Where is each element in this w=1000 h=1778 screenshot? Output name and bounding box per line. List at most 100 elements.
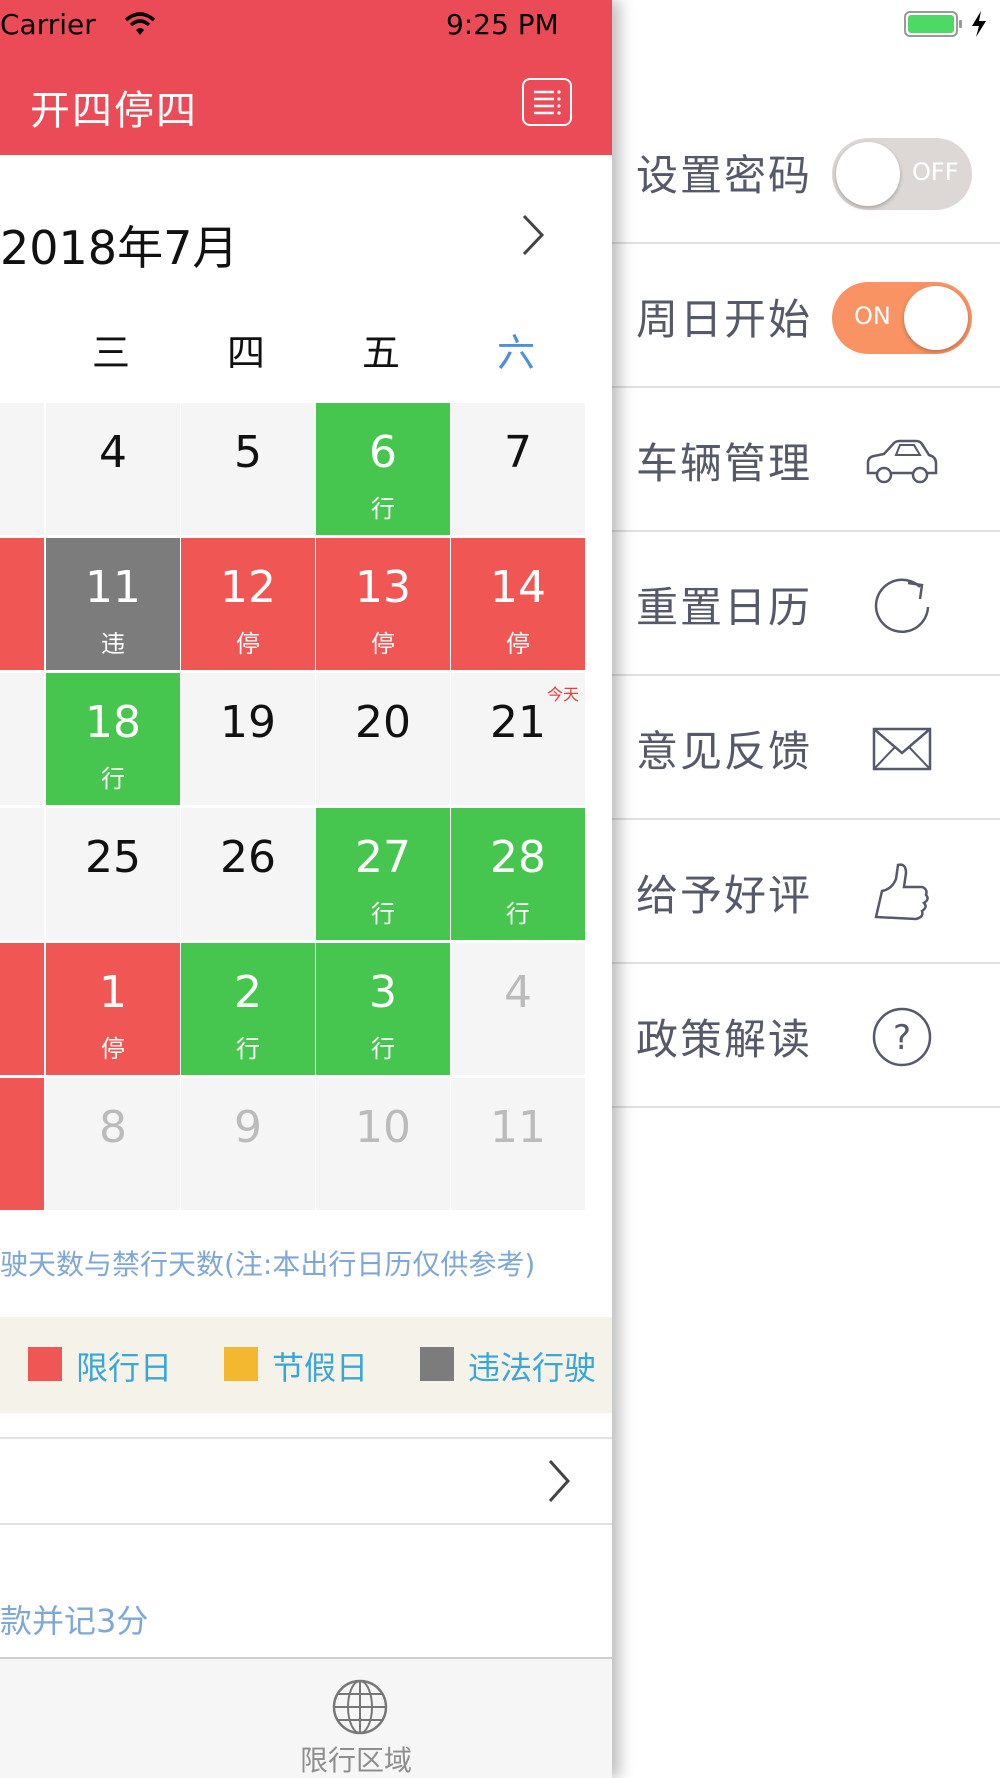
calendar-day-cell[interactable]: 28 行 (451, 808, 585, 940)
day-status-tag: 行 (371, 1035, 395, 1063)
calendar-day-cell[interactable]: 21 今天 (451, 673, 585, 805)
menu-item-policy[interactable]: 政策解读 ? (612, 962, 1000, 1108)
legend-swatch-restricted (28, 1347, 62, 1381)
calendar-day-cell[interactable]: 11 (451, 1078, 585, 1210)
next-month-button[interactable] (512, 210, 552, 260)
thumbs-up-icon (862, 853, 942, 933)
day-number: 4 (99, 427, 127, 478)
day-number: 28 (490, 832, 546, 883)
charging-bolt-icon (970, 10, 988, 38)
menu-item-sunday-start: 周日开始 ON (612, 242, 1000, 388)
day-number: 8 (99, 1102, 127, 1153)
day-number: 1 (99, 967, 127, 1018)
legend-label-violation: 违法行驶 (468, 1349, 597, 1387)
legend-label-restricted: 限行日 (76, 1349, 173, 1387)
day-number: 19 (220, 697, 276, 748)
battery-icon (904, 10, 964, 38)
refresh-icon (862, 565, 942, 645)
toggle-knob (836, 142, 900, 206)
legend-swatch-violation (420, 1347, 454, 1381)
calendar-day-cell[interactable] (0, 538, 44, 670)
legend-label-holiday: 节假日 (272, 1349, 369, 1387)
legend-swatch-holiday (224, 1347, 258, 1381)
menu-item-label: 给予好评 (636, 871, 813, 920)
calendar-day-cell[interactable]: 18 行 (46, 673, 180, 805)
calendar-day-cell[interactable]: 6行 (316, 403, 450, 535)
calendar-day-cell[interactable]: 5 (181, 403, 315, 535)
carrier-label: Carrier (0, 8, 96, 41)
globe-icon (330, 1677, 390, 1737)
calendar-day-cell[interactable]: 13 停 (316, 538, 450, 670)
question-circle-icon: ? (862, 997, 942, 1077)
day-number: 27 (355, 832, 411, 883)
day-number: 2 (234, 967, 262, 1018)
day-number: 20 (355, 697, 411, 748)
note-text: 驶天数与禁行天数(注:本出行日历仅供参考) (0, 1248, 536, 1281)
calendar-day-cell[interactable]: 12 停 (181, 538, 315, 670)
calendar-day-cell[interactable]: 8 (46, 1078, 180, 1210)
day-status-tag: 停 (101, 1035, 125, 1063)
day-number: 25 (85, 832, 141, 883)
car-icon (862, 421, 942, 501)
calendar-day-cell[interactable]: 27 行 (316, 808, 450, 940)
calendar-day-cell[interactable] (0, 1078, 44, 1210)
menu-item-rate-app[interactable]: 给予好评 (612, 818, 1000, 964)
toggle-knob (904, 286, 968, 350)
calendar-day-cell[interactable]: 20 (316, 673, 450, 805)
calendar-day-cell[interactable]: 14 停 (451, 538, 585, 670)
calendar-day-cell[interactable] (0, 403, 44, 535)
day-status-tag: 停 (371, 630, 395, 658)
envelope-icon (862, 709, 942, 789)
day-number: 11 (490, 1102, 546, 1153)
menu-item-label: 重置日历 (636, 583, 813, 632)
day-status-tag: 行 (101, 765, 125, 793)
calendar-day-cell[interactable]: 3行 (316, 943, 450, 1075)
calendar-day-cell[interactable] (0, 673, 44, 805)
password-toggle[interactable]: OFF (832, 138, 972, 210)
calendar-day-cell[interactable]: 10 (316, 1078, 450, 1210)
calendar-day-cell[interactable]: 26 (181, 808, 315, 940)
calendar-day-cell[interactable]: 19 (181, 673, 315, 805)
day-number: 13 (355, 562, 411, 613)
day-number: 3 (369, 967, 397, 1018)
day-number: 7 (504, 427, 532, 478)
toggle-state-text: ON (854, 302, 891, 330)
calendar-day-cell[interactable]: 2行 (181, 943, 315, 1075)
tab-label: 限行区域 (300, 1744, 413, 1777)
calendar-day-cell[interactable] (0, 943, 44, 1075)
menu-item-vehicle-management[interactable]: 车辆管理 (612, 386, 1000, 532)
menu-item-label: 设置密码 (636, 151, 813, 200)
day-number: 10 (355, 1102, 411, 1153)
day-status-tag: 行 (371, 495, 395, 523)
calendar-day-cell[interactable]: 11 违 (46, 538, 180, 670)
calendar-day-cell[interactable]: 7 (451, 403, 585, 535)
day-number: 12 (220, 562, 276, 613)
legend: 限行日 节假日 违法行驶 (0, 1317, 612, 1413)
tab-bar: 限行区域 (0, 1657, 612, 1778)
menu-item-label: 意见反馈 (636, 727, 813, 776)
day-number: 5 (234, 427, 262, 478)
list-row[interactable] (0, 1437, 612, 1525)
sunday-start-toggle[interactable]: ON (832, 282, 972, 354)
day-number: 4 (504, 967, 532, 1018)
svg-text:?: ? (893, 1018, 911, 1058)
menu-item-reset-calendar[interactable]: 重置日历 (612, 530, 1000, 676)
list-icon[interactable] (522, 78, 572, 126)
calendar-day-cell[interactable] (0, 808, 44, 940)
day-status-tag: 行 (371, 900, 395, 928)
day-number: 9 (234, 1102, 262, 1153)
menu-item-label: 政策解读 (636, 1015, 813, 1064)
menu-item-feedback[interactable]: 意见反馈 (612, 674, 1000, 820)
day-number: 18 (85, 697, 141, 748)
day-status-tag: 违 (101, 630, 125, 658)
toggle-state-text: OFF (912, 158, 959, 186)
calendar-day-cell[interactable]: 1停 (46, 943, 180, 1075)
weekday-thu: 四 (226, 331, 265, 375)
calendar-day-cell[interactable]: 4 (451, 943, 585, 1075)
calendar-day-cell[interactable]: 25 (46, 808, 180, 940)
calendar-grid: 4 5 6 行 7 11 违 12 停 13 停 14 停 18 行 19 20 21 今天 25 26 27 行 28 行 1 停… (0, 403, 612, 1213)
calendar-day-cell[interactable]: 9 (181, 1078, 315, 1210)
chevron-right-icon (544, 1457, 574, 1507)
day-number: 26 (220, 832, 276, 883)
calendar-day-cell[interactable]: 4 (46, 403, 180, 535)
